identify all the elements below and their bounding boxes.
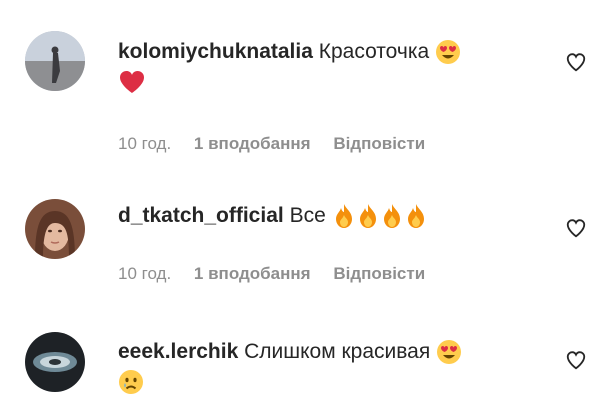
fire-emoji-icon [404,203,428,229]
comment-username[interactable]: kolomiychuknatalia [118,40,313,63]
avatar[interactable] [25,332,85,392]
comment-meta: 10 год. 1 вподобання Відповісти [118,134,443,154]
comment-time: 10 год. [118,264,172,283]
reply-button[interactable]: Відповісти [333,264,425,283]
like-heart-icon[interactable] [565,349,587,371]
comment-text-block: eeek.lerchik Слишком красивая [118,337,530,397]
comment-username[interactable]: eeek.lerchik [118,340,238,363]
fire-emoji-icon [356,203,380,229]
avatar[interactable] [25,31,85,91]
fire-emoji-icon [332,203,356,229]
comment-text: Все [289,204,326,227]
comment-text-block: d_tkatch_official Все [118,201,530,231]
comment-meta: 10 год. 1 вподобання Відповісти [118,264,443,284]
like-heart-icon[interactable] [565,51,587,73]
heart-eyes-emoji-icon [436,339,462,365]
comment-text: Слишком красивая [244,340,431,363]
avatar[interactable] [25,199,85,259]
comment-time: 10 год. [118,134,172,153]
comment-username[interactable]: d_tkatch_official [118,204,284,227]
like-heart-icon[interactable] [565,217,587,239]
comment-likes-count[interactable]: 1 вподобання [194,264,311,283]
crying-face-emoji-icon [118,369,144,395]
comment-text: Красоточка [318,40,430,63]
reply-button[interactable]: Відповісти [333,134,425,153]
heart-eyes-emoji-icon [435,39,461,65]
red-heart-emoji-icon [118,69,146,95]
comment-likes-count[interactable]: 1 вподобання [194,134,311,153]
comment-text-block: kolomiychuknatalia Красоточка [118,37,530,97]
fire-emoji-icon [380,203,404,229]
